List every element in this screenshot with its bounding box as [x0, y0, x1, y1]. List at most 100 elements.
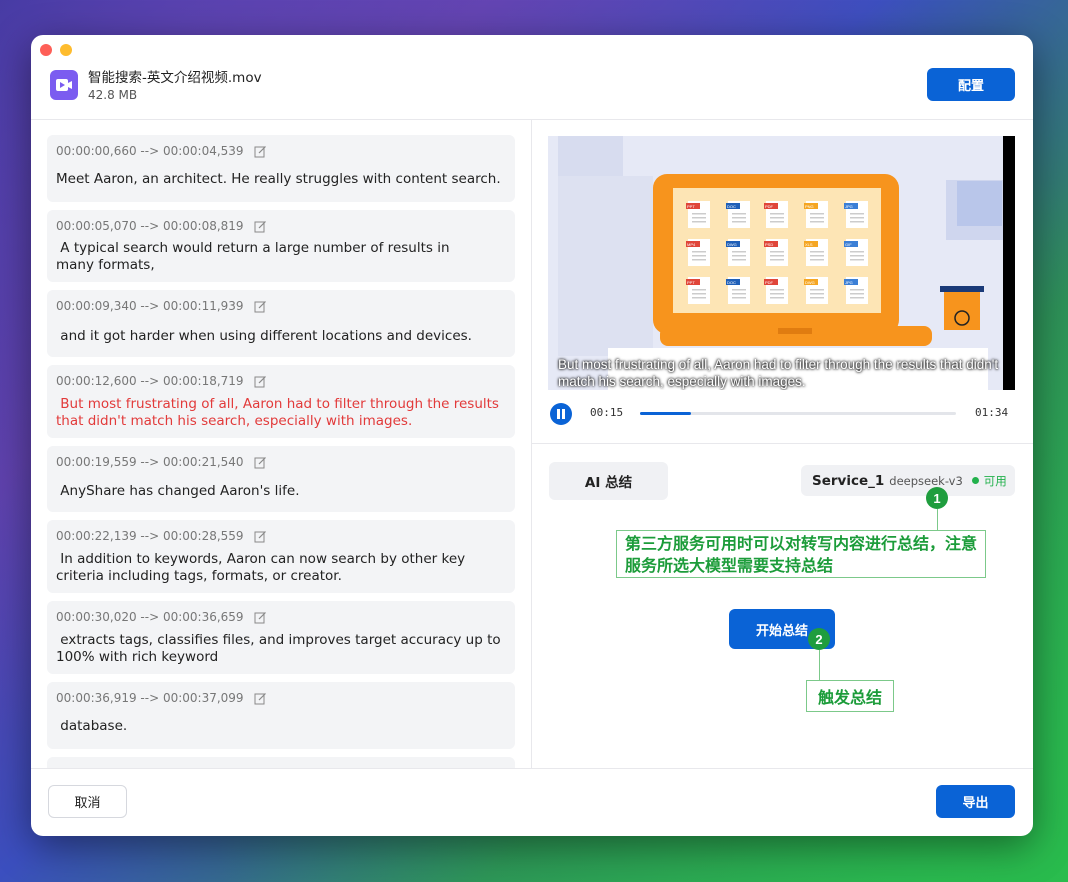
file-type-label: DWG — [805, 280, 815, 285]
file-size: 42.8 MB — [88, 88, 138, 102]
file-type-label: DOC — [727, 204, 736, 209]
file-line — [850, 213, 864, 215]
transcript-segment[interactable]: 00:00:19,559 --> 00:00:21,540 AnyShare h… — [47, 446, 515, 512]
cancel-button[interactable]: 取消 — [48, 785, 127, 818]
file-line — [770, 289, 784, 291]
file-line — [770, 297, 784, 299]
segment-timestamp-row: 00:00:09,340 --> 00:00:11,939 — [56, 299, 267, 313]
transcript-segment[interactable]: 00:00:00,660 --> 00:00:04,539 Meet Aaron,… — [47, 135, 515, 202]
segment-text[interactable]: A typical search would return a large nu… — [56, 240, 505, 274]
status-dot-icon — [971, 477, 979, 484]
segment-timestamp: 00:00:12,600 --> 00:00:18,719 — [56, 374, 244, 388]
segment-text[interactable]: But most frustrating of all, Aaron had t… — [56, 396, 505, 430]
edit-icon[interactable] — [254, 220, 267, 233]
segment-timestamp: 00:00:09,340 --> 00:00:11,939 — [56, 299, 244, 313]
file-line — [810, 255, 824, 257]
service-name: Service_1 — [812, 472, 885, 489]
transcript-segment[interactable]: 00:00:05,070 --> 00:00:08,819 A typical … — [47, 210, 515, 282]
file-line — [770, 259, 784, 261]
transcript-segment[interactable]: 00:00:12,600 --> 00:00:18,719 But most f… — [47, 365, 515, 438]
edit-icon[interactable] — [254, 145, 267, 158]
segment-timestamp: 00:00:36,919 --> 00:00:37,099 — [56, 691, 244, 705]
duration: 01:34 — [975, 406, 1009, 419]
edit-icon[interactable] — [254, 375, 267, 388]
segment-text[interactable]: Meet Aaron, an architect. He really stru… — [56, 171, 505, 188]
segment-timestamp-row: 00:00:30,020 --> 00:00:36,659 — [56, 610, 267, 624]
segment-text[interactable]: database. — [56, 718, 505, 735]
file-line — [692, 213, 706, 215]
file-line — [692, 255, 706, 257]
file-line — [770, 293, 784, 295]
edit-icon[interactable] — [254, 456, 267, 469]
file-line — [770, 255, 784, 257]
edit-icon[interactable] — [254, 692, 267, 705]
annotation-note-1: 第三方服务可用时可以对转写内容进行总结，注意服务所选大模型需要支持总结 — [616, 530, 986, 578]
transcript-list[interactable]: 00:00:00,660 --> 00:00:04,539 Meet Aaron,… — [31, 120, 532, 768]
segment-timestamp: 00:00:19,559 --> 00:00:21,540 — [56, 455, 244, 469]
transcript-segment-partial[interactable] — [47, 757, 515, 768]
file-line — [770, 221, 784, 223]
file-line — [732, 297, 746, 299]
transcript-segment[interactable]: 00:00:22,139 --> 00:00:28,559 In additio… — [47, 520, 515, 593]
file-type-label: GIF — [845, 242, 852, 247]
annotation-badge-2: 2 — [808, 628, 830, 650]
file-line — [810, 213, 824, 215]
file-type-label: PPT — [687, 280, 695, 285]
transcript-segment[interactable]: 00:00:30,020 --> 00:00:36,659 extracts t… — [47, 601, 515, 674]
progress-bar[interactable] — [640, 412, 956, 415]
file-line — [732, 221, 746, 223]
video-player[interactable]: PPT DOC PDF PNG JPG MP4 DWG PSD XLS GIF PPT DOC PDF D… — [548, 136, 1015, 390]
edit-icon[interactable] — [254, 530, 267, 543]
tab-ai-summary[interactable]: AI 总结 — [549, 462, 668, 500]
annotation-badge-1: 1 — [926, 487, 948, 509]
file-type-label: JPG — [845, 280, 853, 285]
segment-timestamp: 00:00:05,070 --> 00:00:08,819 — [56, 219, 244, 233]
service-status: 可用 — [983, 473, 1007, 488]
file-name: 智能搜索-英文介绍视频.mov — [88, 70, 262, 86]
segment-text[interactable]: In addition to keywords, Aaron can now s… — [56, 551, 505, 585]
pause-button[interactable] — [550, 403, 572, 425]
edit-icon[interactable] — [254, 300, 267, 313]
file-line — [732, 255, 746, 257]
file-line — [732, 217, 746, 219]
file-type-label: PDF — [765, 204, 774, 209]
file-line — [850, 255, 864, 257]
transcript-segment[interactable]: 00:00:09,340 --> 00:00:11,939 and it got… — [47, 290, 515, 357]
file-line — [770, 251, 784, 253]
file-line — [732, 289, 746, 291]
file-type-label: MP4 — [687, 242, 696, 247]
segment-text[interactable]: extracts tags, classifies files, and imp… — [56, 632, 505, 666]
file-type-label: JPG — [845, 204, 853, 209]
current-time: 00:15 — [590, 406, 624, 419]
transcript-segment[interactable]: 00:00:36,919 --> 00:00:37,099 database. — [47, 682, 515, 749]
progress-fill — [640, 412, 691, 415]
file-line — [732, 251, 746, 253]
file-type-label: PSD — [765, 242, 773, 247]
file-line — [732, 293, 746, 295]
file-line — [810, 297, 824, 299]
segment-timestamp-row: 00:00:12,600 --> 00:00:18,719 — [56, 374, 267, 388]
segment-text[interactable]: AnyShare has changed Aaron's life. — [56, 483, 505, 500]
file-line — [692, 217, 706, 219]
file-line — [770, 213, 784, 215]
file-line — [692, 259, 706, 261]
segment-timestamp-row: 00:00:19,559 --> 00:00:21,540 — [56, 455, 267, 469]
edit-icon[interactable] — [254, 611, 267, 624]
export-button[interactable]: 导出 — [936, 785, 1015, 818]
service-model: deepseek-v3 — [889, 473, 963, 488]
config-button[interactable]: 配置 — [927, 68, 1015, 101]
segment-text[interactable]: and it got harder when using different l… — [56, 328, 505, 345]
header: 智能搜索-英文介绍视频.mov 42.8 MB 配置 — [31, 35, 1033, 120]
video-frame: PPT DOC PDF PNG JPG MP4 DWG PSD XLS GIF PPT DOC PDF D… — [548, 136, 1006, 390]
player-controls: 00:15 01:34 — [548, 401, 1015, 427]
file-line — [850, 293, 864, 295]
file-line — [692, 289, 706, 291]
segment-timestamp-row: 00:00:00,660 --> 00:00:04,539 — [56, 144, 267, 158]
video-subtitle: But most frustrating of all, Aaron had t… — [558, 357, 999, 389]
annotation-leader-2 — [819, 650, 820, 680]
service-selector[interactable]: Service_1 deepseek-v3 可用 — [801, 465, 1015, 496]
file-line — [850, 251, 864, 253]
file-line — [810, 289, 824, 291]
annotation-leader-1 — [937, 509, 938, 530]
file-line — [850, 217, 864, 219]
